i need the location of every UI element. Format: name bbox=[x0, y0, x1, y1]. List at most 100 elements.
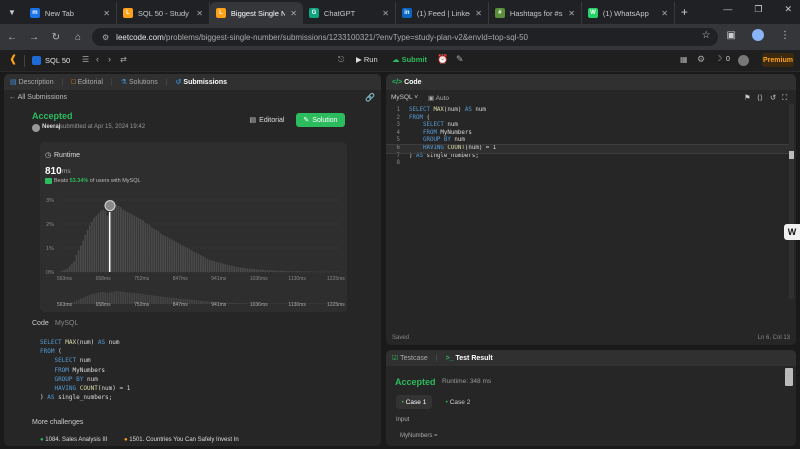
bar[interactable] bbox=[186, 248, 189, 272]
browser-tab[interactable]: G ChatGPT ✕ bbox=[303, 2, 396, 24]
shuffle-icon[interactable]: ⇄ bbox=[120, 55, 127, 64]
submitter-name[interactable]: Neeraj bbox=[42, 124, 60, 130]
bar[interactable] bbox=[273, 270, 275, 272]
bar[interactable] bbox=[255, 269, 258, 272]
tab-submissions[interactable]: ↺ Submissions bbox=[176, 78, 227, 86]
bar[interactable] bbox=[93, 218, 95, 272]
streak-icon[interactable]: ☽ bbox=[715, 54, 722, 63]
share-link-icon[interactable]: 🔗 bbox=[365, 93, 375, 102]
bar[interactable] bbox=[200, 255, 202, 272]
bar[interactable] bbox=[246, 268, 249, 272]
bar[interactable] bbox=[215, 261, 218, 272]
bar[interactable] bbox=[135, 216, 138, 272]
settings-icon[interactable]: ⚙ bbox=[697, 54, 705, 65]
bar[interactable] bbox=[297, 271, 300, 272]
bar[interactable] bbox=[264, 270, 267, 272]
bar[interactable] bbox=[97, 213, 100, 272]
bar[interactable] bbox=[206, 258, 209, 272]
bar[interactable] bbox=[213, 261, 215, 272]
tab-test-result[interactable]: >_ Test Result bbox=[446, 355, 493, 362]
bar[interactable] bbox=[157, 231, 160, 272]
bar[interactable] bbox=[231, 265, 233, 272]
browser-tab[interactable]: W (1) WhatsApp ✕ bbox=[582, 2, 675, 24]
bar[interactable] bbox=[235, 266, 238, 272]
new-tab-icon[interactable]: + bbox=[681, 5, 688, 19]
solution-button[interactable]: ✎ Solution bbox=[296, 113, 345, 127]
bar[interactable] bbox=[91, 221, 93, 272]
bar[interactable] bbox=[120, 207, 122, 272]
notes-icon[interactable]: ✎ bbox=[456, 54, 464, 65]
bar[interactable] bbox=[131, 214, 133, 272]
bar[interactable] bbox=[266, 270, 269, 272]
close-window-icon[interactable]: ✕ bbox=[784, 4, 792, 15]
bar[interactable] bbox=[117, 206, 120, 272]
bar[interactable] bbox=[133, 215, 135, 272]
bar[interactable] bbox=[260, 269, 262, 272]
close-tab-icon[interactable]: ✕ bbox=[568, 9, 575, 18]
extensions-icon[interactable]: ▣ bbox=[727, 30, 736, 41]
case-2-button[interactable]: • Case 2 bbox=[440, 395, 476, 409]
browser-tab[interactable]: L Biggest Single N ✕ bbox=[209, 2, 303, 24]
bar[interactable] bbox=[137, 218, 140, 272]
bar[interactable] bbox=[113, 207, 115, 272]
close-tab-icon[interactable]: ✕ bbox=[103, 9, 110, 18]
bar[interactable] bbox=[148, 225, 151, 272]
bar[interactable] bbox=[77, 250, 80, 272]
restore-icon[interactable]: ❐ bbox=[754, 4, 762, 15]
close-tab-icon[interactable]: ✕ bbox=[196, 9, 203, 18]
back-icon[interactable]: ← bbox=[6, 32, 18, 43]
bar[interactable] bbox=[100, 210, 102, 272]
editor-scroll-thumb[interactable] bbox=[789, 151, 794, 159]
highlight-bar[interactable] bbox=[108, 212, 111, 272]
bar[interactable] bbox=[271, 270, 273, 272]
bar[interactable] bbox=[173, 240, 175, 272]
minimize-icon[interactable]: — bbox=[723, 4, 732, 15]
all-submissions-link[interactable]: ← All Submissions bbox=[9, 94, 67, 101]
bar[interactable] bbox=[193, 251, 195, 272]
submit-button[interactable]: ☁ Submit bbox=[392, 55, 427, 64]
bar[interactable] bbox=[62, 270, 64, 272]
bar[interactable] bbox=[211, 260, 213, 272]
bar[interactable] bbox=[146, 224, 149, 272]
bar[interactable] bbox=[295, 271, 298, 272]
tab-description[interactable]: ▤ Description bbox=[10, 78, 54, 86]
bar[interactable] bbox=[204, 257, 207, 272]
bar[interactable] bbox=[168, 238, 171, 272]
bar[interactable] bbox=[102, 209, 104, 272]
bar[interactable] bbox=[282, 270, 284, 272]
bar[interactable] bbox=[82, 240, 84, 272]
editor-scrollbar[interactable] bbox=[789, 104, 794, 299]
bar[interactable] bbox=[262, 269, 264, 272]
fullscreen-icon[interactable]: ⛶ bbox=[782, 93, 787, 103]
address-bar[interactable]: ⚙ leetcode.com/problems/biggest-single-n… bbox=[92, 28, 718, 46]
code-tab[interactable]: Code bbox=[32, 320, 49, 327]
bar[interactable] bbox=[222, 263, 224, 272]
tab-testcase[interactable]: ☑ Testcase bbox=[392, 354, 428, 362]
bar[interactable] bbox=[286, 271, 289, 272]
bar[interactable] bbox=[284, 271, 287, 272]
premium-button[interactable]: Premium bbox=[762, 53, 794, 67]
bar[interactable] bbox=[242, 267, 244, 272]
bar[interactable] bbox=[84, 234, 87, 272]
tab-search-icon[interactable]: ▼ bbox=[8, 8, 16, 17]
browser-tab[interactable]: m New Tab ✕ bbox=[24, 2, 117, 24]
bar[interactable] bbox=[220, 262, 222, 272]
bar[interactable] bbox=[277, 270, 280, 272]
language-select[interactable]: MySQL ˅ bbox=[391, 94, 418, 101]
bar[interactable] bbox=[197, 254, 200, 272]
bar[interactable] bbox=[244, 268, 247, 272]
bar[interactable] bbox=[104, 210, 107, 272]
result-scrollbar[interactable] bbox=[785, 368, 793, 386]
browser-menu-icon[interactable]: ⋮ bbox=[780, 30, 790, 41]
close-tab-icon[interactable]: ✕ bbox=[290, 9, 297, 18]
bar[interactable] bbox=[155, 230, 158, 272]
bar[interactable] bbox=[175, 242, 178, 272]
close-tab-icon[interactable]: ✕ bbox=[661, 9, 668, 18]
bar[interactable] bbox=[293, 271, 295, 272]
bar[interactable] bbox=[240, 267, 242, 272]
bar[interactable] bbox=[191, 250, 193, 272]
bar[interactable] bbox=[208, 260, 211, 272]
bar[interactable] bbox=[228, 265, 231, 272]
bar[interactable] bbox=[151, 227, 153, 272]
list-icon[interactable]: ☰ bbox=[82, 55, 89, 64]
